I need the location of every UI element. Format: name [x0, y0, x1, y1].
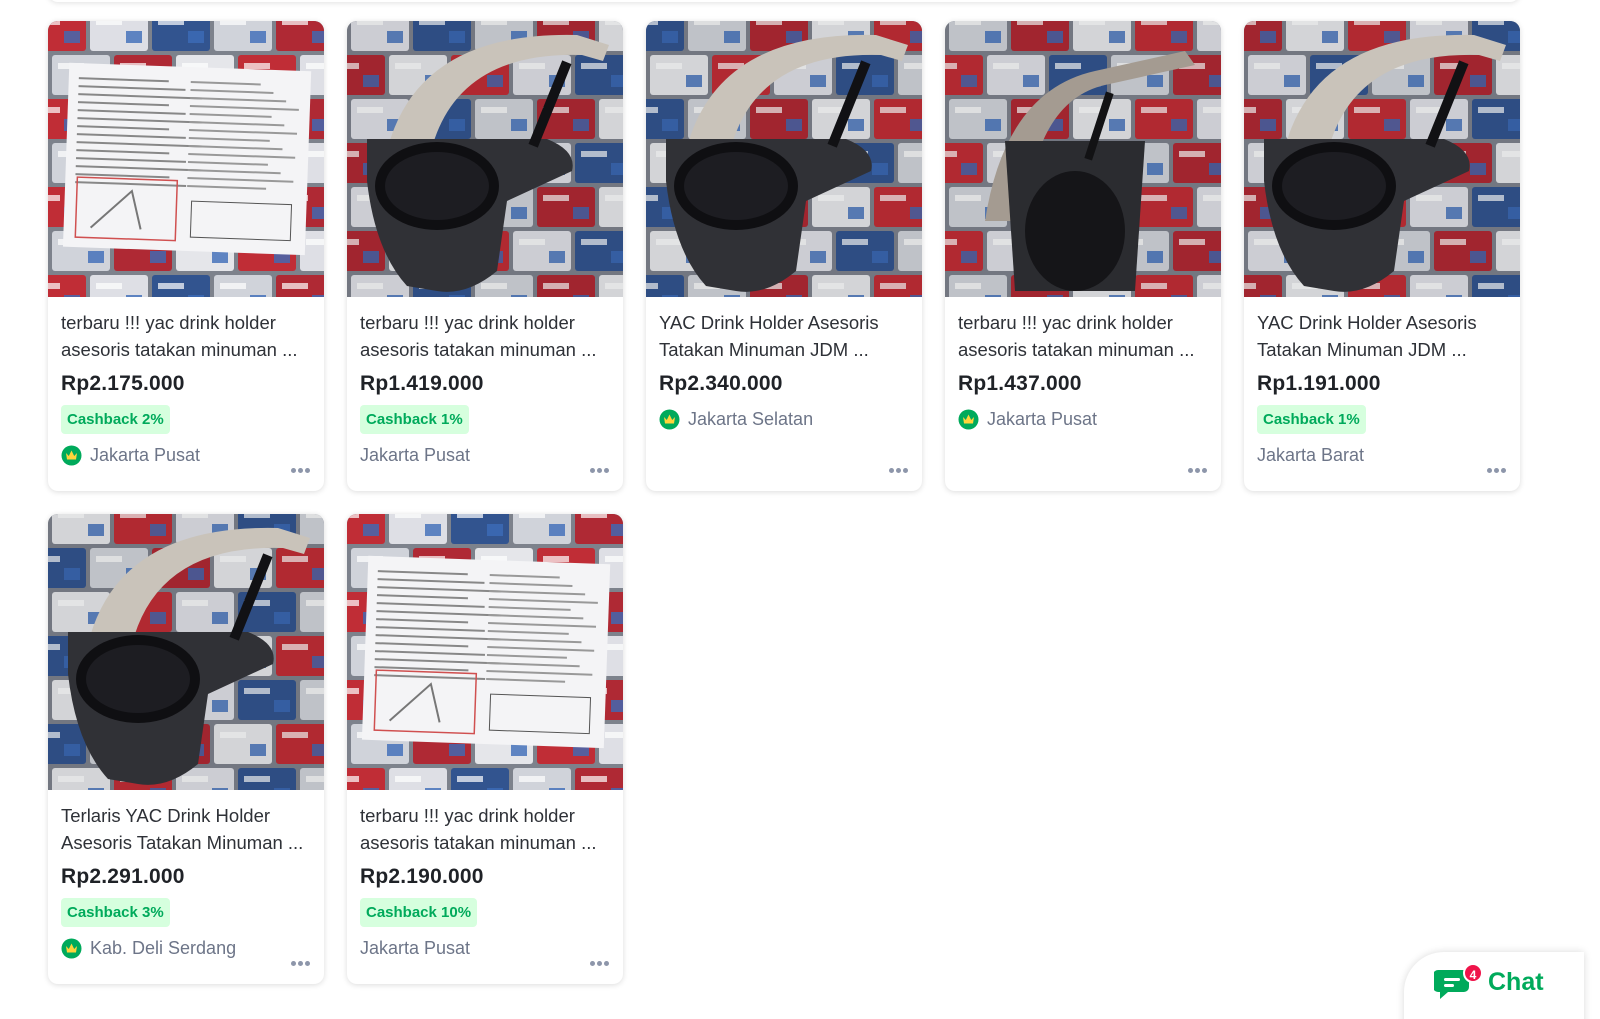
product-price: Rp2.340.000 — [659, 372, 783, 395]
product-title[interactable]: terbaru !!! yac drink holder asesoris ta… — [360, 802, 611, 856]
product-thumbnail[interactable] — [48, 21, 324, 297]
cashback-badge: Cashback 2% — [61, 405, 170, 434]
product-image — [1244, 21, 1520, 297]
product-title[interactable]: YAC Drink Holder Asesoris Tatakan Minuma… — [659, 309, 910, 363]
official-store-badge-icon — [61, 445, 82, 465]
product-price: Rp1.191.000 — [1257, 372, 1381, 395]
shop-location: Jakarta Barat — [1257, 444, 1365, 465]
product-image — [48, 21, 324, 297]
product-title[interactable]: terbaru !!! yac drink holder asesoris ta… — [360, 309, 611, 363]
product-thumbnail[interactable] — [347, 514, 623, 790]
official-store-badge-icon — [61, 938, 82, 958]
product-card[interactable]: terbaru !!! yac drink holder asesoris ta… — [347, 514, 623, 984]
cashback-badge: Cashback 10% — [360, 898, 478, 927]
more-dots-icon[interactable] — [590, 961, 609, 966]
product-card[interactable]: YAC Drink Holder Asesoris Tatakan Minuma… — [646, 21, 922, 491]
product-image — [945, 21, 1221, 297]
product-title[interactable]: YAC Drink Holder Asesoris Tatakan Minuma… — [1257, 309, 1508, 363]
product-info: YAC Drink Holder Asesoris Tatakan Minuma… — [646, 297, 922, 491]
product-info: Terlaris YAC Drink Holder Asesoris Tatak… — [48, 790, 324, 984]
official-store-badge-icon — [659, 409, 680, 429]
product-price: Rp2.175.000 — [61, 372, 185, 395]
product-price: Rp2.291.000 — [61, 865, 185, 888]
shop-location: Jakarta Pusat — [360, 937, 471, 958]
cashback-badge: Cashback 1% — [1257, 405, 1366, 434]
product-thumbnail[interactable] — [48, 514, 324, 790]
product-image — [347, 514, 623, 790]
cashback-badge: Cashback 3% — [61, 898, 170, 927]
product-info: terbaru !!! yac drink holder asesoris ta… — [347, 297, 623, 491]
product-title[interactable]: Terlaris YAC Drink Holder Asesoris Tatak… — [61, 802, 312, 856]
more-dots-icon[interactable] — [291, 961, 310, 966]
product-card[interactable]: YAC Drink Holder Asesoris Tatakan Minuma… — [1244, 21, 1520, 491]
product-thumbnail[interactable] — [347, 21, 623, 297]
more-dots-icon[interactable] — [1487, 468, 1506, 473]
chat-label[interactable]: Chat — [1488, 968, 1544, 997]
cashback-badge: Cashback 1% — [360, 405, 469, 434]
product-card[interactable]: Terlaris YAC Drink Holder Asesoris Tatak… — [48, 514, 324, 984]
more-dots-icon[interactable] — [291, 468, 310, 473]
product-card[interactable]: terbaru !!! yac drink holder asesoris ta… — [945, 21, 1221, 491]
product-price: Rp1.437.000 — [958, 372, 1082, 395]
more-dots-icon[interactable] — [1188, 468, 1207, 473]
shop-location: Kab. Deli Serdang — [90, 937, 237, 958]
product-title[interactable]: terbaru !!! yac drink holder asesoris ta… — [958, 309, 1209, 363]
product-image — [48, 514, 324, 790]
product-info: terbaru !!! yac drink holder asesoris ta… — [48, 297, 324, 491]
product-info: YAC Drink Holder Asesoris Tatakan Minuma… — [1244, 297, 1520, 491]
product-price: Rp1.419.000 — [360, 372, 484, 395]
shop-location: Jakarta Pusat — [987, 408, 1098, 429]
shop-location: Jakarta Pusat — [90, 444, 201, 465]
product-card[interactable]: terbaru !!! yac drink holder asesoris ta… — [48, 21, 324, 491]
product-card[interactable]: terbaru !!! yac drink holder asesoris ta… — [347, 21, 623, 491]
shop-location: Jakarta Pusat — [360, 444, 471, 465]
product-thumbnail[interactable] — [1244, 21, 1520, 297]
product-image — [646, 21, 922, 297]
product-title[interactable]: terbaru !!! yac drink holder asesoris ta… — [61, 309, 312, 363]
chat-notification-badge: 4 — [1463, 963, 1483, 983]
previous-row-card-edge — [48, 0, 1520, 2]
product-thumbnail[interactable] — [945, 21, 1221, 297]
product-thumbnail[interactable] — [646, 21, 922, 297]
product-info: terbaru !!! yac drink holder asesoris ta… — [945, 297, 1221, 491]
product-image — [347, 21, 623, 297]
more-dots-icon[interactable] — [889, 468, 908, 473]
shop-location: Jakarta Selatan — [688, 408, 814, 429]
product-price: Rp2.190.000 — [360, 865, 484, 888]
product-info: terbaru !!! yac drink holder asesoris ta… — [347, 790, 623, 984]
more-dots-icon[interactable] — [590, 468, 609, 473]
official-store-badge-icon — [958, 409, 979, 429]
